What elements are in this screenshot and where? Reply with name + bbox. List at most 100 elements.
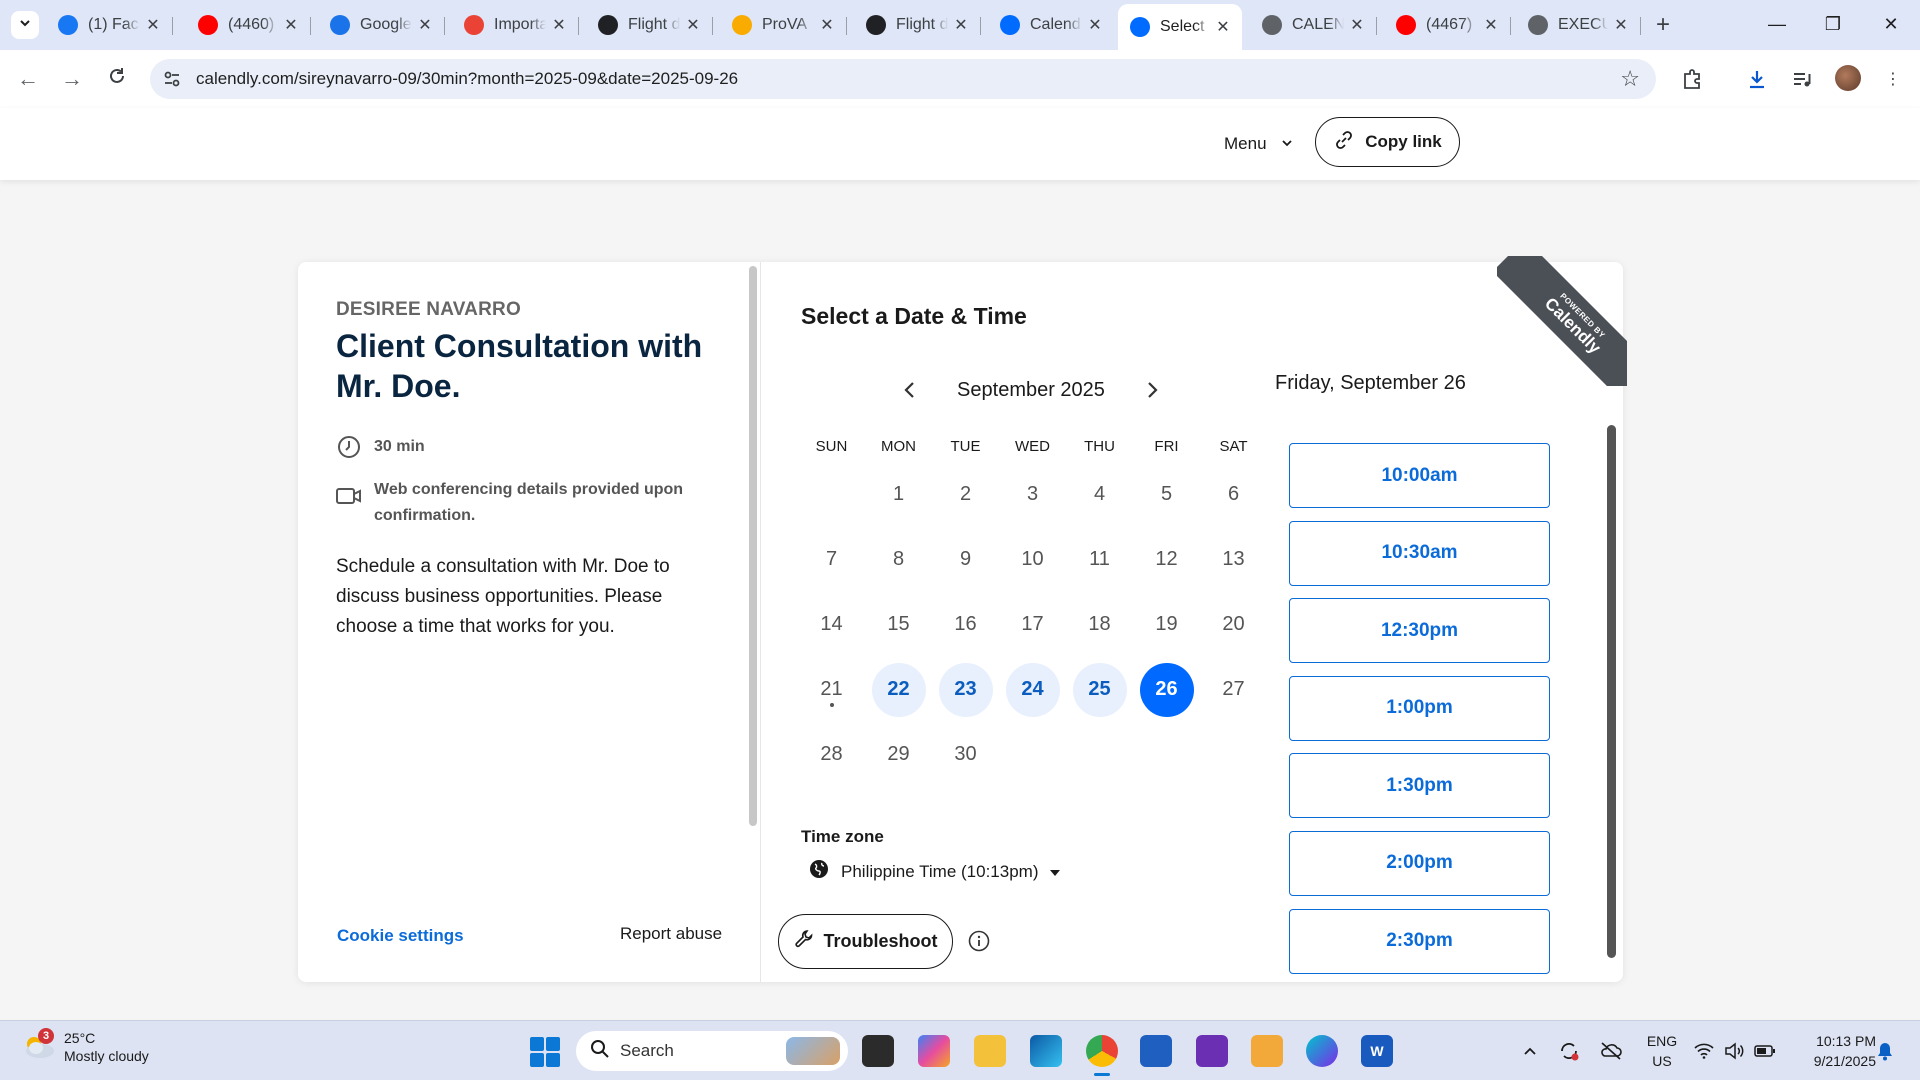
calendar-day-available[interactable]: 25 [1072,662,1127,717]
time-slot-button[interactable]: 2:00pm [1289,830,1550,896]
timezone-select[interactable]: Philippine Time (10:13pm) [809,859,1061,884]
weekday-label: SUN [815,438,848,455]
calendar-week-row: 21 22 23 24 25 26 27 [798,657,1266,722]
language-code: ENG [1646,1033,1678,1049]
time-slots-scrollbar[interactable] [1607,425,1616,958]
browser-tab[interactable]: Google Calendar✕ [318,8,445,42]
word-icon[interactable]: W [1361,1035,1393,1067]
taskbar-search[interactable]: Search [576,1031,848,1071]
copilot-icon[interactable] [918,1035,950,1067]
browser-tab[interactable]: (4460) YouTube✕ [186,8,311,42]
close-tab-icon[interactable]: ✕ [550,16,568,34]
time-slot-button[interactable]: 1:00pm [1289,675,1550,741]
input-language-indicator[interactable]: ENG US [1642,1031,1682,1071]
close-tab-icon[interactable]: ✕ [282,16,300,34]
browser-tab[interactable]: Important - Gmail✕ [452,8,579,42]
browser-tab[interactable]: Flight details✕ [586,8,713,42]
weekday-label: SAT [1219,438,1248,455]
close-tab-icon[interactable]: ✕ [1612,16,1630,34]
media-control-icon[interactable] [1788,65,1816,93]
browser-tab[interactable]: Calendly✕ [988,8,1114,42]
calendar-week-row: 14 15 16 17 18 19 20 [798,592,1266,657]
game-app-icon[interactable] [1251,1035,1283,1067]
onedrive-offline-icon[interactable] [1600,1021,1622,1080]
system-clock[interactable]: 10:13 PM 9/21/2025 [1786,1031,1876,1071]
openai-icon [866,15,886,35]
close-tab-icon[interactable]: ✕ [416,16,434,34]
tab-search-button[interactable] [11,11,39,39]
forward-button[interactable]: → [58,65,86,93]
tab-title: (4467) YouTube [1426,16,1478,33]
extensions-icon[interactable] [1678,65,1706,93]
browser-menu-icon[interactable]: ⋮ [1879,65,1907,93]
weekday-label: THU [1084,438,1115,455]
calendar-day-available[interactable]: 23 [938,662,993,717]
time-slot-button[interactable]: 1:30pm [1289,753,1550,819]
calendar-day-available[interactable]: 26 [1139,662,1194,717]
close-tab-icon[interactable]: ✕ [1214,18,1232,36]
address-bar[interactable]: calendly.com/sireynavarro-09/30min?month… [150,59,1656,99]
sync-icon[interactable] [1558,1021,1580,1080]
close-tab-icon[interactable]: ✕ [1086,16,1104,34]
browser-tab[interactable]: EXECUTIVE✕ [1516,8,1641,42]
profile-avatar[interactable] [1835,65,1861,91]
browser-tab[interactable]: Flight details✕ [854,8,981,42]
event-title: Client Consultation with Mr. Doe. [336,328,703,404]
file-explorer-icon[interactable] [974,1035,1006,1067]
powered-by-calendly-badge[interactable]: POWERED BY Calendly [1497,256,1627,386]
prova-icon [732,15,752,35]
canva-icon[interactable] [1306,1035,1338,1067]
reload-button[interactable] [103,65,131,93]
clock-date: 9/21/2025 [1813,1053,1876,1069]
downloads-icon[interactable] [1743,65,1771,93]
previous-month-button[interactable] [896,376,924,404]
start-button[interactable] [530,1037,560,1067]
troubleshoot-button[interactable]: Troubleshoot [778,914,953,969]
microsoft-store-icon[interactable] [1140,1035,1172,1067]
task-view-icon[interactable] [862,1035,894,1067]
restore-button[interactable]: ❐ [1818,10,1848,38]
calendar-day-available[interactable]: 24 [1005,662,1060,717]
info-icon[interactable] [968,930,990,952]
time-slot-button[interactable]: 2:30pm [1289,908,1550,974]
left-pane-scrollbar[interactable] [749,266,757,826]
menu-button[interactable]: Menu [1224,134,1293,154]
minimize-button[interactable]: — [1762,10,1792,38]
new-tab-button[interactable]: + [1650,12,1676,38]
site-settings-icon[interactable] [162,69,182,89]
wifi-icon[interactable] [1694,1021,1714,1080]
cookie-settings-link[interactable]: Cookie settings [337,926,464,946]
browser-tab[interactable]: (4467) YouTube✕ [1384,8,1511,42]
chrome-icon[interactable] [1086,1035,1118,1076]
calendly-icon [1000,15,1020,35]
time-slot-button[interactable]: 12:30pm [1289,598,1550,664]
weather-widget[interactable]: 3 25°C Mostly cloudy [22,1028,149,1065]
bookmark-star-icon[interactable]: ☆ [1620,66,1640,92]
battery-icon[interactable] [1754,1021,1776,1080]
next-month-button[interactable] [1138,376,1166,404]
calendar-day: 6 [1227,483,1240,505]
report-abuse-link[interactable]: Report abuse [620,924,722,944]
photos-app-icon[interactable] [1196,1035,1228,1067]
copy-link-button[interactable]: Copy link [1315,117,1460,167]
close-window-button[interactable]: ✕ [1876,10,1906,38]
close-tab-icon[interactable]: ✕ [1348,16,1366,34]
browser-tab[interactable]: CALENDAR✕ [1250,8,1377,42]
edge-icon[interactable] [1030,1035,1062,1067]
notification-bell-icon[interactable] [1876,1021,1894,1080]
close-tab-icon[interactable]: ✕ [818,16,836,34]
close-tab-icon[interactable]: ✕ [1482,16,1500,34]
volume-icon[interactable] [1724,1021,1744,1080]
browser-tab[interactable]: (1) Facebook✕ [46,8,173,42]
browser-tab[interactable]: ProVA ✕ [720,8,847,42]
back-button[interactable]: ← [14,65,42,93]
close-tab-icon[interactable]: ✕ [684,16,702,34]
time-slot-button[interactable]: 10:00am [1289,443,1550,508]
time-slot-button[interactable]: 10:30am [1289,520,1550,586]
show-hidden-icons-button[interactable] [1522,1021,1538,1080]
calendar-week-row: 1 2 3 4 5 6 [798,462,1266,527]
calendar-day-available[interactable]: 22 [871,662,926,717]
close-tab-icon[interactable]: ✕ [952,16,970,34]
browser-tab[interactable]: Select a Date✕ [1118,4,1242,50]
close-tab-icon[interactable]: ✕ [144,16,162,34]
